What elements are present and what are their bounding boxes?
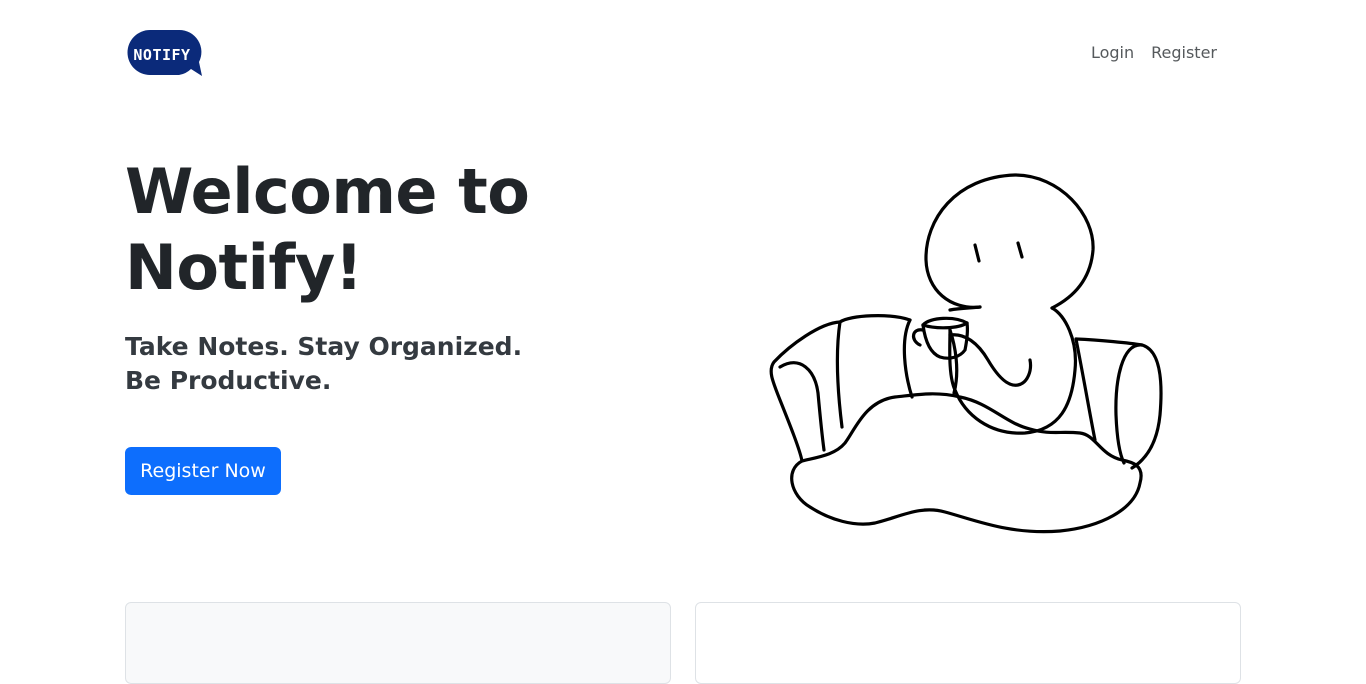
register-now-button[interactable]: Register Now [125, 447, 281, 495]
nav-login-link[interactable]: Login [1091, 42, 1134, 64]
navbar: NOTIFY Login Register [0, 0, 1366, 106]
feature-card-left [125, 602, 671, 684]
nav-register-link[interactable]: Register [1151, 42, 1217, 64]
speech-bubble-logo-icon: NOTIFY [127, 29, 202, 76]
hero-section: Welcome to Notify! Take Notes. Stay Orga… [125, 154, 595, 398]
notify-logo[interactable]: NOTIFY [127, 29, 203, 77]
hero-title: Welcome to Notify! [125, 155, 530, 304]
feature-card-right [695, 602, 1241, 684]
person-on-couch-illustration [760, 165, 1180, 545]
nav-links: Login Register [1091, 42, 1217, 64]
hero-subtitle: Take Notes. Stay Organized. Be Productiv… [125, 332, 523, 395]
logo-text: NOTIFY [133, 46, 190, 64]
